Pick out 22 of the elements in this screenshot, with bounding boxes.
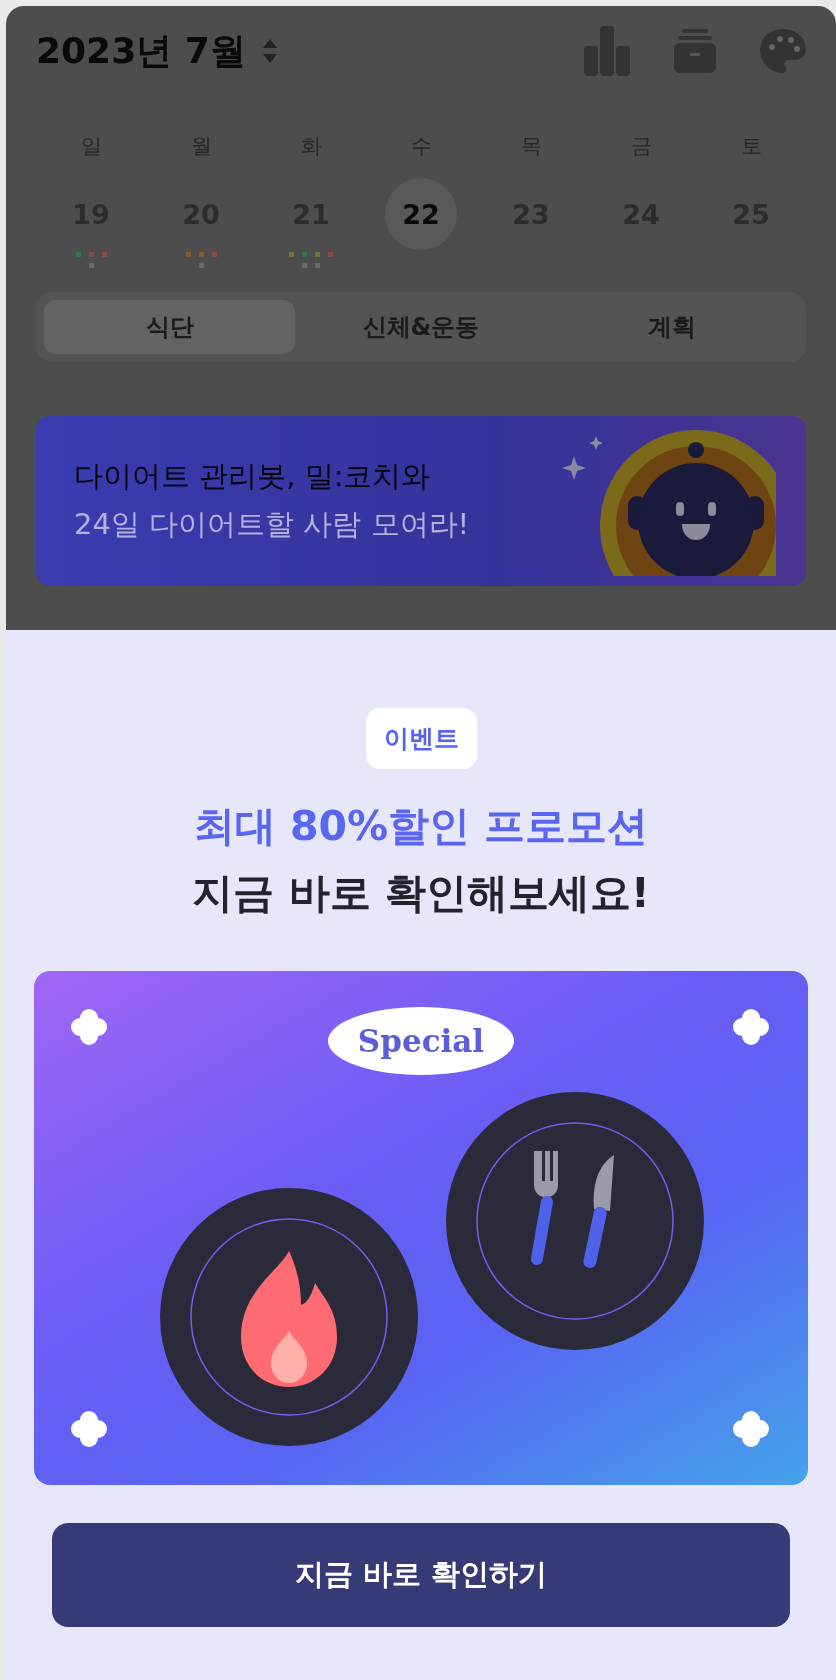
clover-icon [71, 1009, 107, 1045]
month-title: 2023년 7월 [36, 28, 246, 73]
sort-icon[interactable] [261, 38, 278, 64]
special-label: Special [328, 1007, 514, 1075]
banner-title: 다이어트 관리봇, 밀:코치와 [74, 458, 432, 495]
clover-icon [733, 1411, 769, 1447]
tab[interactable]: 신체&운동 [295, 300, 547, 354]
archive-box-icon[interactable] [674, 29, 716, 73]
promo-banner[interactable]: 다이어트 관리봇, 밀:코치와 24일 다이어트할 사람 모여라! [36, 416, 806, 586]
date-button[interactable]: 22 [385, 178, 457, 250]
banner-subtitle: 24일 다이어트할 사람 모여라! [74, 506, 470, 543]
tab[interactable]: 계획 [546, 300, 798, 354]
event-badge: 이벤트 [365, 708, 477, 769]
promo-card[interactable]: Special [34, 971, 808, 1485]
promo-subheadline: 지금 바로 확인해보세요! [192, 868, 650, 919]
check-now-button[interactable]: 지금 바로 확인하기 [52, 1523, 790, 1627]
bar-chart-icon[interactable] [584, 26, 630, 76]
palette-icon[interactable] [760, 29, 806, 73]
clover-icon [733, 1009, 769, 1045]
clover-icon [71, 1411, 107, 1447]
promo-headline: 최대 80%할인 프로모션 [193, 801, 649, 852]
tab[interactable]: 식단 [44, 300, 296, 354]
